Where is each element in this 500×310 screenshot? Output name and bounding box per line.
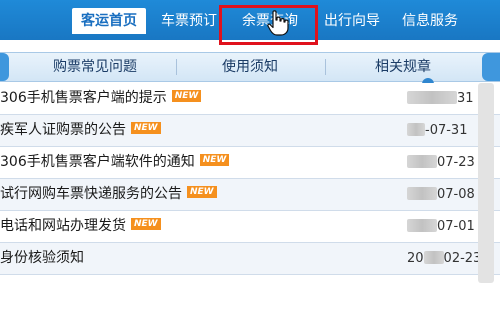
sub-tab-right-cap — [482, 53, 500, 81]
hand-cursor-icon — [267, 10, 289, 36]
list-item[interactable]: 306手机售票客户端的提示 NEW 31 — [0, 83, 500, 115]
new-badge: NEW — [131, 218, 161, 230]
nav-item-travel-guide[interactable]: 出行向导 — [320, 8, 384, 34]
notice-list: 306手机售票客户端的提示 NEW 31 疾军人证购票的公告 NEW -07-31 … — [0, 83, 500, 275]
nav-item-booking[interactable]: 车票预订 — [157, 8, 221, 34]
new-badge: NEW — [187, 186, 217, 198]
notice-date: 31 — [407, 83, 474, 114]
notice-title[interactable]: 306手机售票客户端的提示 NEW — [0, 83, 202, 114]
tab-ticket-faq[interactable]: 购票常见问题 — [30, 53, 160, 81]
sub-tab-left-cap — [0, 53, 9, 81]
notice-date: -07-31 — [407, 115, 467, 146]
list-item[interactable]: 疾军人证购票的公告 NEW -07-31 — [0, 115, 500, 147]
tab-usage-notes[interactable]: 使用须知 — [185, 53, 315, 81]
nav-item-home[interactable]: 客运首页 — [72, 8, 146, 34]
blurred-date-part — [407, 219, 437, 232]
notice-date: 07-01 — [407, 211, 475, 242]
new-badge: NEW — [171, 90, 202, 102]
notice-date: 20 02-23 — [407, 251, 482, 266]
notice-title[interactable]: 试行网购车票快递服务的公告 NEW — [0, 179, 217, 210]
notice-date: 07-08 — [407, 179, 475, 210]
notice-date: 07-23 — [407, 147, 475, 178]
notice-title[interactable]: 身份核验须知 — [0, 243, 84, 274]
tab-regulations[interactable]: 相关规章 — [338, 53, 468, 81]
blurred-date-part — [407, 91, 457, 104]
notice-title[interactable]: 疾军人证购票的公告 NEW — [0, 115, 161, 146]
blurred-date-part — [423, 251, 444, 264]
blurred-date-part — [407, 155, 437, 168]
notice-title[interactable]: 电话和网站办理发货 NEW — [0, 211, 161, 242]
list-item[interactable]: 身份核验须知 20 02-23 — [0, 243, 500, 275]
nav-item-info-service[interactable]: 信息服务 — [398, 8, 462, 34]
new-badge: NEW — [131, 122, 161, 134]
new-badge: NEW — [199, 154, 230, 166]
notice-title[interactable]: 306手机售票客户端软件的通知 NEW — [0, 147, 230, 178]
tab-divider — [325, 59, 326, 75]
list-item[interactable]: 电话和网站办理发货 NEW 07-01 — [0, 211, 500, 243]
scrollbar[interactable] — [478, 83, 494, 283]
blurred-date-part — [407, 123, 425, 136]
blurred-date-part — [407, 187, 437, 200]
tab-divider — [176, 59, 177, 75]
list-item[interactable]: 试行网购车票快递服务的公告 NEW 07-08 — [0, 179, 500, 211]
list-item[interactable]: 306手机售票客户端软件的通知 NEW 07-23 — [0, 147, 500, 179]
